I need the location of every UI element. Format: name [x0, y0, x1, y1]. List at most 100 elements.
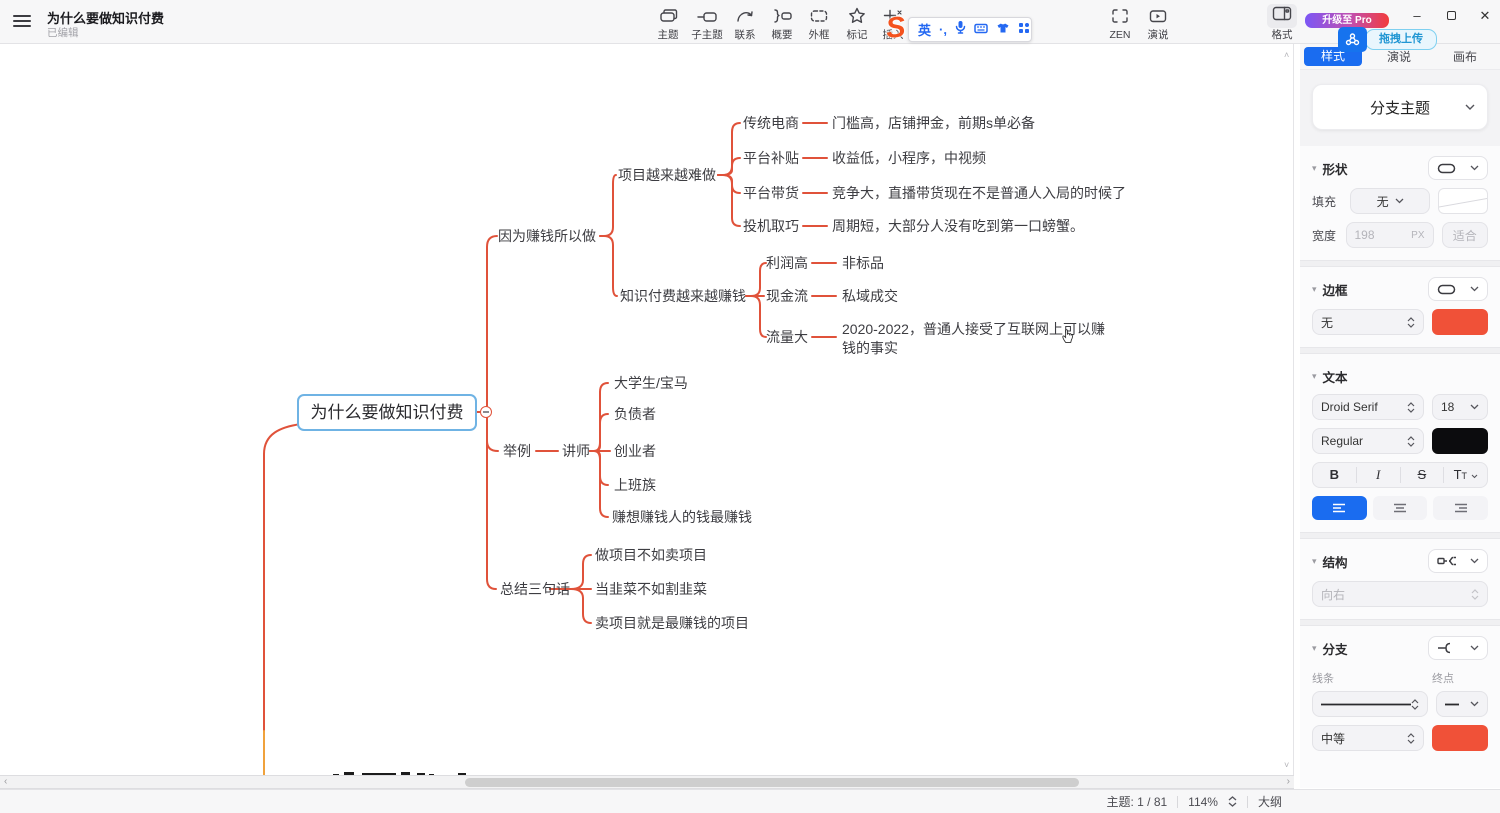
tab-canvas[interactable]: 画布: [1432, 48, 1498, 65]
branch-color-swatch[interactable]: [1432, 725, 1488, 751]
fill-dropdown[interactable]: 无: [1350, 188, 1430, 214]
fill-color-swatch[interactable]: [1438, 188, 1488, 214]
endpoint-dropdown[interactable]: [1436, 691, 1488, 717]
structure-type-dropdown[interactable]: [1428, 549, 1488, 573]
horizontal-scrollbar[interactable]: ‹ ›: [0, 775, 1294, 789]
topic-node[interactable]: 大学生/宝马: [614, 373, 688, 393]
line-weight-dropdown[interactable]: 中等: [1312, 725, 1424, 751]
italic-button[interactable]: I: [1357, 467, 1401, 483]
font-color-swatch[interactable]: [1432, 428, 1488, 454]
border-width-dropdown[interactable]: 无: [1312, 309, 1424, 335]
tab-speech[interactable]: 演说: [1366, 48, 1432, 65]
minimize-button[interactable]: –: [1402, 4, 1432, 28]
toolbox-grid-icon[interactable]: [1018, 21, 1030, 39]
toolbar-present-button[interactable]: 演说: [1138, 6, 1178, 43]
topic-type-dropdown[interactable]: 分支主题: [1312, 84, 1488, 130]
topic-node[interactable]: 举例: [503, 441, 531, 461]
topic-node[interactable]: 投机取巧: [743, 216, 799, 236]
ime-language-toggle[interactable]: 英: [918, 20, 931, 39]
horizontal-scrollbar-thumb[interactable]: [465, 778, 1079, 787]
scroll-left-arrow[interactable]: ‹: [4, 776, 7, 788]
bold-button[interactable]: B: [1313, 467, 1357, 483]
maximize-button[interactable]: [1436, 4, 1466, 28]
border-color-swatch[interactable]: [1432, 309, 1488, 335]
collapse-chevron-icon[interactable]: ▾: [1312, 163, 1317, 174]
section-divider: [1300, 260, 1500, 267]
toolbar-summary-button[interactable]: 概要: [762, 6, 802, 43]
collapse-chevron-icon[interactable]: ▾: [1312, 284, 1317, 295]
border-style-dropdown[interactable]: [1428, 277, 1488, 301]
topic-node[interactable]: 门槛高，店铺押金，前期s单必备: [832, 113, 1035, 133]
topic-node[interactable]: 讲师: [562, 441, 590, 461]
toolbar-relation-button[interactable]: 联系: [725, 6, 765, 43]
align-right-button[interactable]: [1433, 496, 1488, 520]
skin-shirt-icon[interactable]: [996, 21, 1010, 39]
collapse-chevron-icon[interactable]: ▾: [1312, 371, 1317, 382]
toolbar-zen-button[interactable]: ZEN: [1100, 6, 1140, 43]
topic-node[interactable]: 知识付费越来越赚钱: [620, 286, 746, 306]
topic-node[interactable]: 做项目不如卖项目: [595, 545, 707, 565]
topic-node[interactable]: 项目越来越难做: [618, 165, 716, 185]
topic-node[interactable]: 私域成交: [842, 286, 898, 306]
collapse-chevron-icon[interactable]: ▾: [1312, 643, 1317, 654]
align-right-icon: [1454, 503, 1468, 513]
microphone-icon[interactable]: [955, 20, 966, 39]
font-family-dropdown[interactable]: Droid Serif: [1312, 394, 1424, 420]
topic-node[interactable]: 非标品: [842, 253, 884, 273]
close-button[interactable]: ✕: [1470, 4, 1500, 28]
toolbar-boundary-button[interactable]: 外框: [799, 6, 839, 43]
topic-node[interactable]: 赚想赚钱人的钱最赚钱: [612, 507, 752, 527]
font-weight-dropdown[interactable]: Regular: [1312, 428, 1424, 454]
topic-node[interactable]: 因为赚钱所以做: [498, 226, 596, 246]
sogou-ime-logo[interactable]: S: [884, 11, 907, 46]
topic-node[interactable]: 流量大: [766, 327, 808, 347]
line-style-dropdown[interactable]: [1312, 691, 1428, 717]
toolbar-topic-button[interactable]: 主题: [648, 6, 688, 43]
align-center-button[interactable]: [1373, 496, 1428, 520]
shape-style-dropdown[interactable]: [1428, 156, 1488, 180]
ime-punctuation-toggle[interactable]: ·,: [939, 22, 947, 37]
topic-node[interactable]: 负债者: [614, 404, 656, 424]
zoom-level[interactable]: 114%: [1188, 795, 1218, 809]
upgrade-pro-button[interactable]: 升级至 Pro: [1305, 13, 1389, 28]
width-input[interactable]: 198 PX: [1346, 222, 1434, 248]
topic-node[interactable]: 收益低，小程序，中视频: [832, 148, 986, 168]
topic-node[interactable]: 传统电商: [743, 113, 799, 133]
scroll-up-arrow[interactable]: ˄: [1284, 50, 1289, 60]
stepper-icon: [1407, 317, 1415, 328]
collapse-chevron-icon[interactable]: ▾: [1312, 556, 1317, 567]
toolbar-marker-button[interactable]: 标记: [837, 6, 877, 43]
text-case-button[interactable]: TT: [1444, 467, 1487, 483]
central-topic[interactable]: 为什么要做知识付费: [297, 394, 477, 431]
topic-node[interactable]: 卖项目就是最赚钱的项目: [595, 613, 749, 633]
zen-mode-icon: [1100, 6, 1140, 25]
topic-node[interactable]: 总结三句话: [500, 579, 570, 599]
topic-node[interactable]: 利润高: [766, 253, 808, 273]
strikethrough-button[interactable]: S: [1401, 467, 1445, 483]
netdisk-icon[interactable]: [1338, 27, 1367, 52]
align-left-button[interactable]: [1312, 496, 1367, 520]
topic-node[interactable]: 现金流: [766, 286, 808, 306]
outline-toggle[interactable]: 大纲: [1258, 793, 1282, 810]
font-size-dropdown[interactable]: 18: [1432, 394, 1488, 420]
topic-node[interactable]: 周期短，大部分人没有吃到第一口螃蟹。: [832, 216, 1084, 236]
topic-node[interactable]: 平台补贴: [743, 148, 799, 168]
topic-node[interactable]: 竞争大，直播带货现在不是普通人入局的时候了: [832, 183, 1126, 203]
fit-button[interactable]: 适合: [1442, 222, 1489, 248]
branch-shape-dropdown[interactable]: [1428, 636, 1488, 660]
topic-node[interactable]: 上班族: [614, 475, 656, 495]
branch-section: ▾ 分支 线条 终点: [1300, 626, 1500, 763]
main-menu-button[interactable]: [13, 15, 31, 28]
toolbar-format-button[interactable]: 格式: [1262, 6, 1302, 43]
direction-dropdown-disabled[interactable]: 向右: [1312, 581, 1488, 607]
topic-node[interactable]: 平台带货: [743, 183, 799, 203]
topic-node[interactable]: 当韭菜不如割韭菜: [595, 579, 707, 599]
collapse-toggle[interactable]: [480, 406, 492, 418]
scroll-right-arrow[interactable]: ›: [1287, 776, 1290, 788]
topic-node[interactable]: 创业者: [614, 441, 656, 461]
chevron-down-icon: [1470, 701, 1479, 707]
zoom-stepper[interactable]: [1228, 796, 1237, 807]
toolbar-subtopic-button[interactable]: 子主题: [687, 6, 727, 43]
scroll-down-arrow[interactable]: ˅: [1284, 760, 1289, 770]
keyboard-icon[interactable]: [974, 21, 988, 39]
